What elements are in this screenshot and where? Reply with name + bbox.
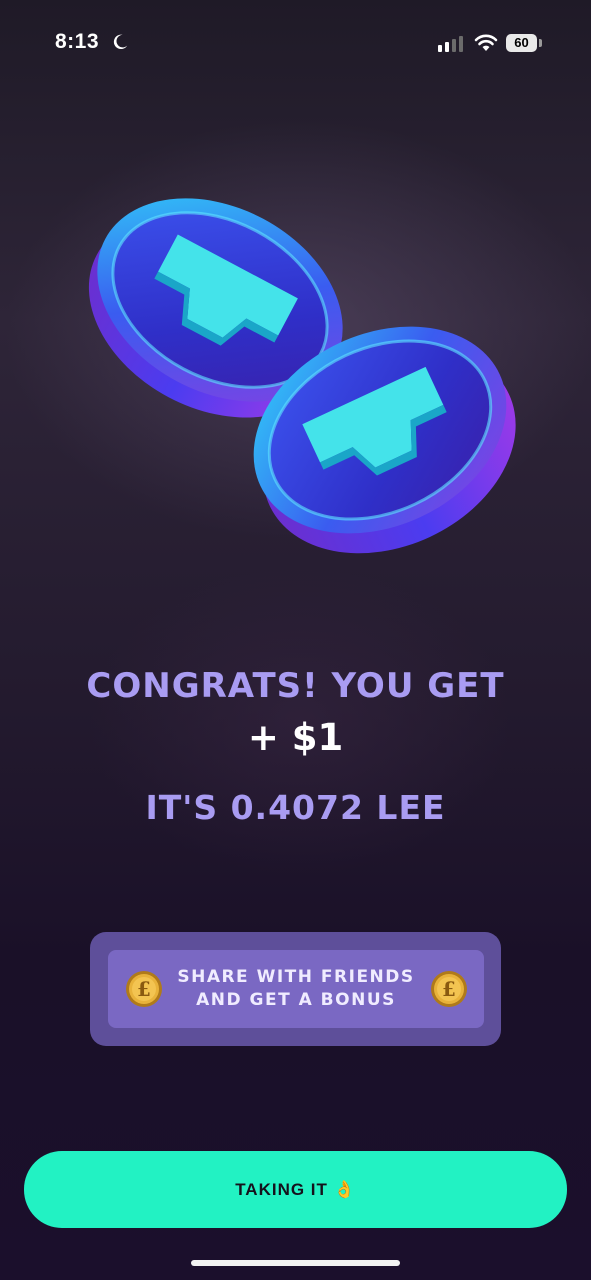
two-coins-illustration: [88, 198, 516, 554]
coin-symbol: £: [137, 977, 151, 1001]
status-time: 8:13: [55, 30, 100, 53]
battery-icon: 60: [506, 34, 537, 52]
moon-icon: [113, 34, 128, 50]
taking-it-label: TAKING IT 👌: [235, 1180, 356, 1199]
coin-symbol: £: [442, 977, 456, 1001]
coin-icon: £: [431, 971, 467, 1007]
home-indicator[interactable]: [191, 1260, 400, 1266]
conversion-text: IT'S 0.4072 LEE: [145, 788, 446, 827]
congrats-headline: CONGRATS! YOU GET: [86, 666, 505, 706]
share-line-1: SHARE WITH FRIENDS: [177, 967, 415, 987]
reward-amount: + $1: [247, 716, 344, 759]
coin-icon: £: [126, 971, 162, 1007]
wifi-icon: [474, 34, 498, 51]
status-bar: 8:13 60: [0, 0, 591, 90]
taking-it-button[interactable]: TAKING IT 👌: [24, 1151, 567, 1228]
battery-tip: [539, 39, 542, 47]
signal-icon: [438, 36, 463, 52]
share-line-2: AND GET A BONUS: [196, 990, 396, 1010]
share-text: SHARE WITH FRIENDS AND GET A BONUS: [160, 966, 432, 1012]
